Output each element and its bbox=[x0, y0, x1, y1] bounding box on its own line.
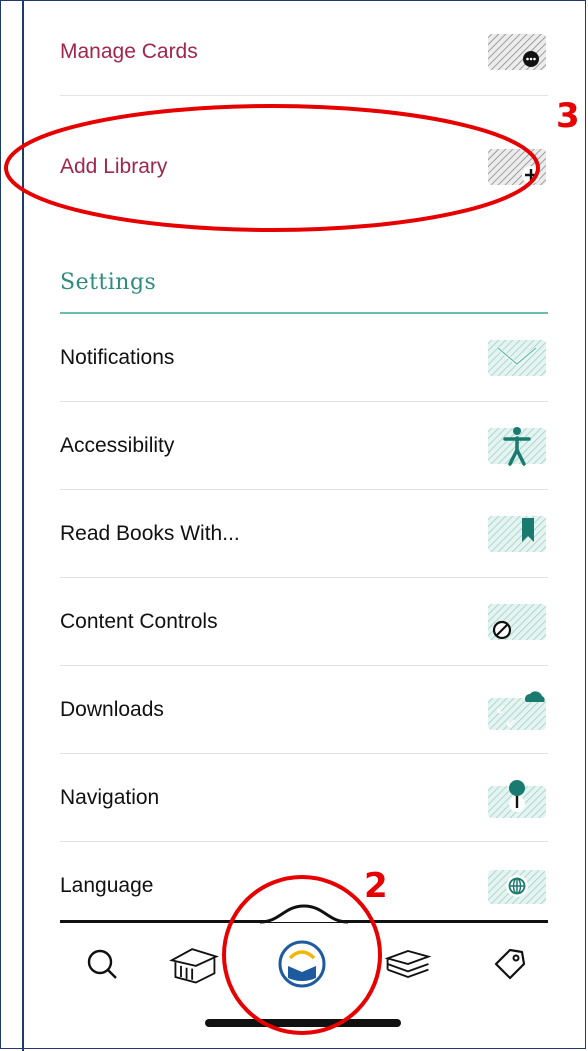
annotation-ellipse-add-library bbox=[4, 104, 540, 232]
annotation-circle-home-tab bbox=[222, 875, 382, 1035]
annotation-marker-2: 2 bbox=[364, 866, 388, 906]
annotation-overlay bbox=[4, 104, 540, 1035]
annotation-marker-3: 3 bbox=[556, 96, 580, 136]
